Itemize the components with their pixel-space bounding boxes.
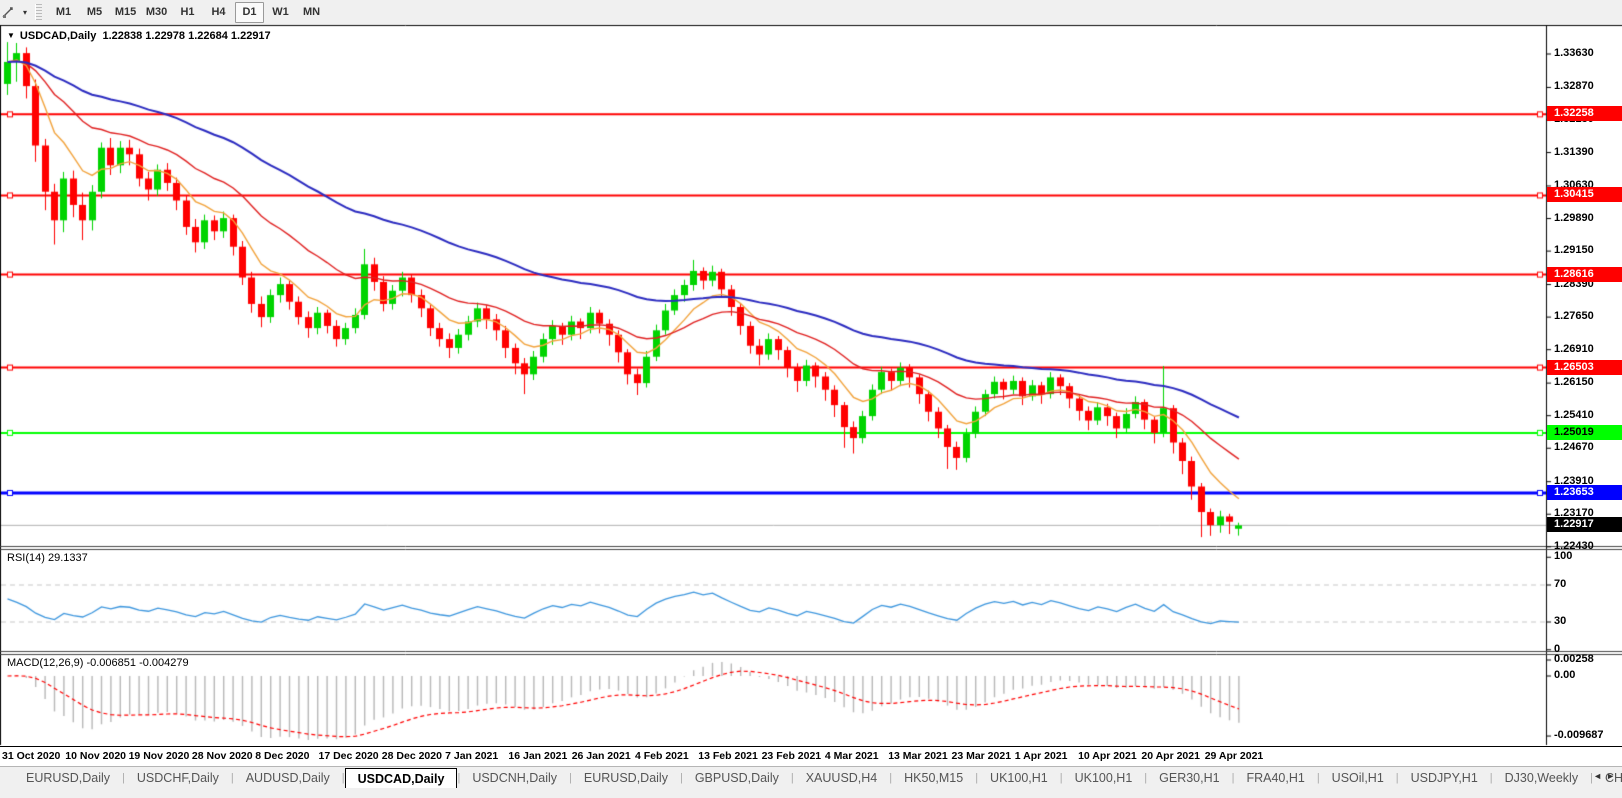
date-label: 4 Feb 2021 (635, 750, 689, 762)
toolbar-grip-handle[interactable] (35, 4, 42, 20)
date-label: 10 Nov 2020 (65, 750, 126, 762)
price-axis-tick: 1.25410 (1554, 409, 1594, 421)
timeframe-d1[interactable]: D1 (235, 2, 264, 23)
macd-axis-tick: 0.00258 (1554, 653, 1594, 665)
tab-usoil-h1[interactable]: USOil,H1 (1320, 767, 1396, 788)
macd-axis-tick: 0.00 (1554, 669, 1575, 681)
tab-scroll-left-icon[interactable]: ◄ (1593, 771, 1606, 781)
timeframe-w1[interactable]: W1 (266, 2, 295, 23)
chart-title: ▼ USDCAD,Daily 1.22838 1.22978 1.22684 1.… (7, 30, 271, 42)
timeframe-h4[interactable]: H4 (204, 2, 233, 23)
date-label: 13 Mar 2021 (888, 750, 948, 762)
date-label: 31 Oct 2020 (2, 750, 60, 762)
tab-hk50-m15[interactable]: HK50,M15 (892, 767, 975, 788)
tab-xauusd-h4[interactable]: XAUUSD,H4 (794, 767, 890, 788)
hline-price-label[interactable]: 1.30415 (1547, 187, 1622, 202)
tab-usdcad-daily[interactable]: USDCAD,Daily (345, 768, 458, 788)
rsi-axis-tick: 70 (1554, 578, 1566, 590)
macd-label: MACD(12,26,9) -0.006851 -0.004279 (7, 657, 189, 669)
current-price-label: 1.22917 (1547, 517, 1622, 532)
chart-ohlc-label: 1.22838 1.22978 1.22684 1.22917 (102, 30, 270, 42)
tab-dj30-weekly[interactable]: DJ30,Weekly (1493, 767, 1590, 788)
date-label: 13 Feb 2021 (698, 750, 758, 762)
timeframe-m5[interactable]: M5 (80, 2, 109, 23)
price-axis-tick: 1.27650 (1554, 310, 1594, 322)
tab-scroll-right-icon[interactable]: ► (1606, 771, 1619, 781)
symbol-tab-bar: EURUSD,Daily|USDCHF,Daily|AUDUSD,Daily|U… (0, 766, 1622, 798)
rsi-axis-tick: 100 (1554, 550, 1572, 562)
timeframe-toolbar: ▾ M1M5M15M30H1H4D1W1MN (0, 0, 1622, 25)
timeframe-h1[interactable]: H1 (173, 2, 202, 23)
tab-uk100-h1[interactable]: UK100,H1 (978, 767, 1060, 788)
date-label: 29 Apr 2021 (1205, 750, 1264, 762)
price-axis-tick: 1.24670 (1554, 441, 1594, 453)
tab-ger30-h1[interactable]: GER30,H1 (1147, 767, 1231, 788)
hline-price-label[interactable]: 1.26503 (1547, 360, 1622, 375)
tab-usdjpy-h1[interactable]: USDJPY,H1 (1399, 767, 1490, 788)
date-label: 26 Jan 2021 (572, 750, 631, 762)
price-axis-tick: 1.26910 (1554, 343, 1594, 355)
tab-usdcnh-daily[interactable]: USDCNH,Daily (460, 767, 569, 788)
date-label: 8 Dec 2020 (255, 750, 309, 762)
date-label: 28 Dec 2020 (382, 750, 442, 762)
price-axis-tick: 1.33630 (1554, 47, 1594, 59)
date-label: 7 Jan 2021 (445, 750, 498, 762)
date-axis: 31 Oct 2020 10 Nov 202019 Nov 202028 Nov … (0, 746, 1622, 766)
hline-price-label[interactable]: 1.28616 (1547, 267, 1622, 282)
date-label: 17 Dec 2020 (319, 750, 379, 762)
price-axis-tick: 1.29890 (1554, 212, 1594, 224)
hline-price-label[interactable]: 1.23653 (1547, 485, 1622, 500)
date-label: 23 Mar 2021 (952, 750, 1012, 762)
tab-eurusd-daily[interactable]: EURUSD,Daily (14, 767, 122, 788)
rsi-label: RSI(14) 29.1337 (7, 552, 88, 564)
rsi-axis-tick: 30 (1554, 615, 1566, 627)
crosshair-cursor-icon[interactable] (1, 3, 23, 21)
hline-price-label[interactable]: 1.32258 (1547, 106, 1622, 121)
timeframe-buttons: M1M5M15M30H1H4D1W1MN (48, 2, 327, 23)
tab-uk100-h1[interactable]: UK100,H1 (1063, 767, 1145, 788)
timeframe-m30[interactable]: M30 (142, 2, 171, 23)
tool-dropdown-caret-icon[interactable]: ▾ (23, 8, 27, 17)
tab-eurusd-daily[interactable]: EURUSD,Daily (572, 767, 680, 788)
chart-menu-caret-icon[interactable]: ▼ (7, 31, 15, 40)
date-label: 4 Mar 2021 (825, 750, 879, 762)
date-label: 10 Apr 2021 (1078, 750, 1137, 762)
date-label: 16 Jan 2021 (508, 750, 567, 762)
tab-scroll-arrows[interactable]: ◄► (1593, 771, 1619, 781)
date-label: 1 Apr 2021 (1015, 750, 1068, 762)
tab-fra40-h1[interactable]: FRA40,H1 (1234, 767, 1316, 788)
timeframe-m15[interactable]: M15 (111, 2, 140, 23)
price-axis-tick: 1.26150 (1554, 376, 1594, 388)
hline-price-label[interactable]: 1.25019 (1547, 425, 1622, 440)
chart-canvas[interactable] (0, 0, 1622, 797)
timeframe-mn[interactable]: MN (297, 2, 326, 23)
price-axis-tick: 1.32870 (1554, 80, 1594, 92)
date-label: 20 Apr 2021 (1141, 750, 1200, 762)
date-label: 19 Nov 2020 (129, 750, 190, 762)
date-label: 28 Nov 2020 (192, 750, 253, 762)
tab-audusd-daily[interactable]: AUDUSD,Daily (234, 767, 342, 788)
chart-symbol-label: USDCAD,Daily (20, 30, 96, 42)
tab-usdchf-daily[interactable]: USDCHF,Daily (125, 767, 231, 788)
timeframe-m1[interactable]: M1 (49, 2, 78, 23)
tab-gbpusd-daily[interactable]: GBPUSD,Daily (683, 767, 791, 788)
date-label: 23 Feb 2021 (762, 750, 822, 762)
price-axis-tick: 1.31390 (1554, 146, 1594, 158)
macd-axis-tick: -0.009687 (1554, 729, 1604, 741)
price-axis-tick: 1.29150 (1554, 244, 1594, 256)
